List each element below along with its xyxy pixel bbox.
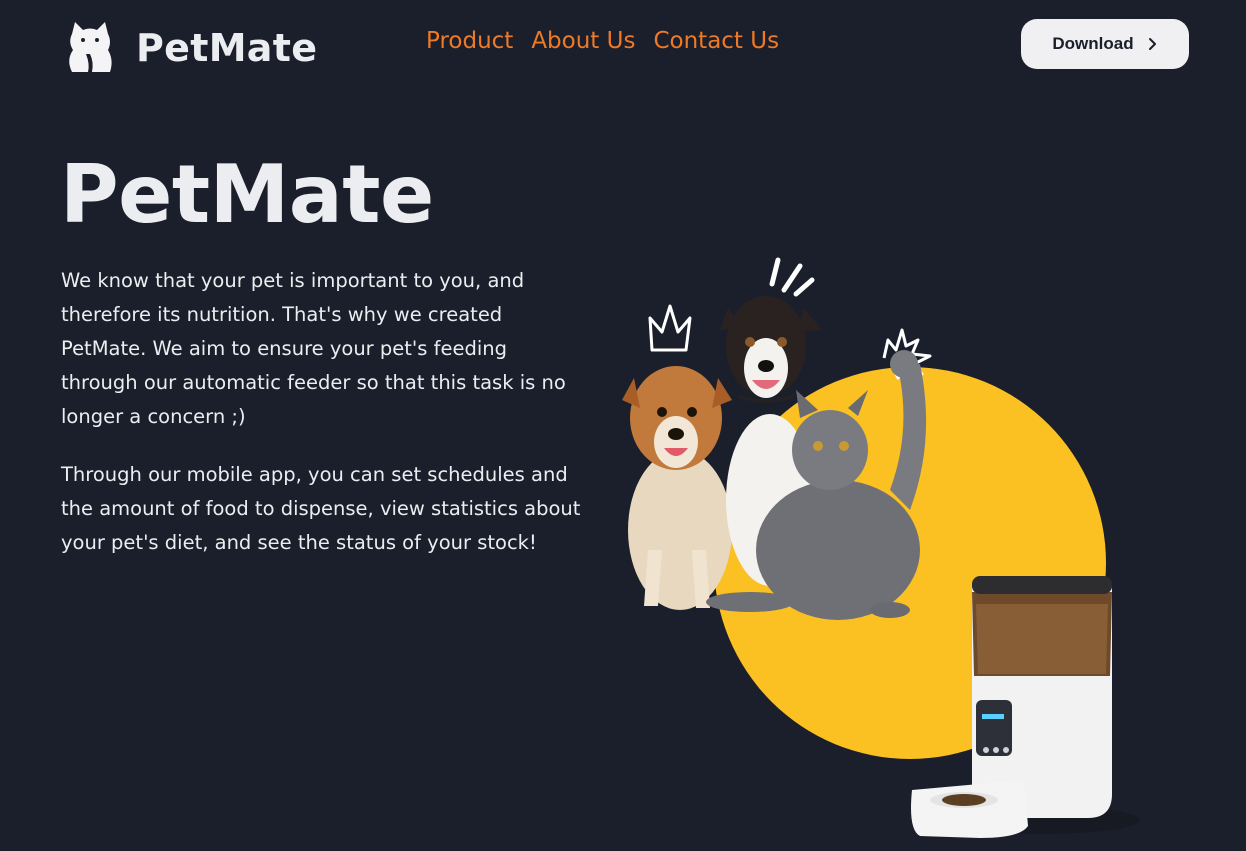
brand-logo[interactable]: PetMate bbox=[64, 20, 317, 76]
nav-link-about-us[interactable]: About Us bbox=[531, 28, 635, 54]
site-header: PetMate Product About Us Contact Us Down… bbox=[0, 0, 1246, 90]
hero-paragraph-2: Through our mobile app, you can set sche… bbox=[61, 463, 581, 554]
hero-illustration bbox=[622, 257, 1140, 838]
chevron-right-icon bbox=[1148, 38, 1156, 50]
hero-description: We know that your pet is important to yo… bbox=[61, 264, 581, 584]
download-button-label: Download bbox=[1052, 34, 1134, 53]
hero-paragraph-1: We know that your pet is important to yo… bbox=[61, 269, 566, 428]
nav-link-product[interactable]: Product bbox=[426, 28, 513, 54]
sparkle-doodle-icon bbox=[769, 257, 815, 297]
nav-link-contact-us[interactable]: Contact Us bbox=[653, 28, 779, 54]
crown-doodle-icon bbox=[648, 304, 692, 352]
hero-title: PetMate bbox=[60, 148, 434, 241]
download-button[interactable]: Download bbox=[1021, 19, 1189, 69]
main-nav: Product About Us Contact Us bbox=[426, 28, 779, 54]
brand-name: PetMate bbox=[136, 26, 318, 70]
cat-logo-icon bbox=[69, 22, 112, 72]
dog-left bbox=[622, 366, 732, 610]
